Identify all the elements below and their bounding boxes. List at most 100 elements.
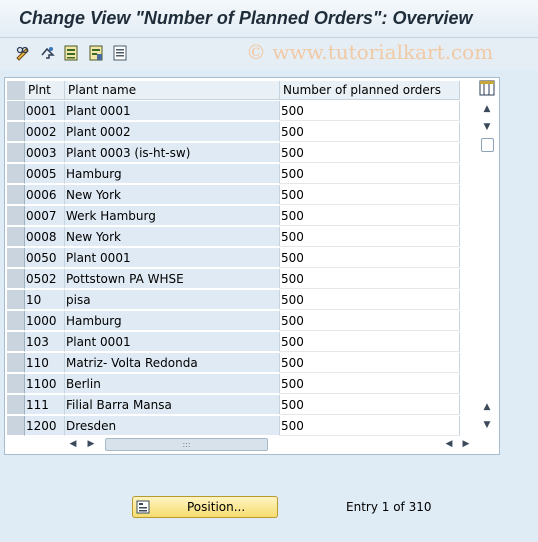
table-row[interactable]: 10 pisa 500 (5, 290, 479, 311)
horizontal-scrollbar[interactable]: ◀ ▶ ::: ◀ ▶ (65, 436, 477, 452)
cell-number-of-planned-orders[interactable]: 500 (280, 269, 460, 289)
page-title: Change View "Number of Planned Orders": … (19, 8, 473, 28)
cell-plant-name: New York (65, 185, 280, 205)
position-button[interactable]: Position... (132, 496, 278, 518)
cell-number-of-planned-orders[interactable]: 500 (280, 416, 460, 436)
row-selector[interactable] (7, 206, 25, 226)
cell-number-of-planned-orders[interactable]: 500 (280, 311, 460, 331)
cell-plant-name: Plant 0001 (65, 332, 280, 352)
table-row[interactable]: 0502 Pottstown PA WHSE 500 (5, 269, 479, 290)
select-all-icon[interactable] (61, 43, 81, 63)
edit-glasses-icon[interactable] (13, 43, 33, 63)
cell-plnt: 0002 (25, 122, 65, 142)
vertical-scrollbar[interactable]: ▲ ▼ ▲ ▼ (477, 98, 497, 434)
undo-icon[interactable] (37, 43, 57, 63)
scroll-right-icon[interactable]: ▶ (85, 437, 97, 451)
row-selector[interactable] (7, 143, 25, 163)
cell-plant-name: Plant 0002 (65, 122, 280, 142)
cell-number-of-planned-orders[interactable]: 500 (280, 206, 460, 226)
scroll-right-end-icon[interactable]: ▶ (460, 437, 472, 451)
cell-plnt: 0003 (25, 143, 65, 163)
cell-plnt: 0001 (25, 101, 65, 121)
row-selector[interactable] (7, 269, 25, 289)
scroll-left-icon[interactable]: ◀ (67, 437, 79, 451)
row-selector[interactable] (7, 311, 25, 331)
row-selector[interactable] (7, 185, 25, 205)
row-selector[interactable] (7, 395, 25, 415)
cell-number-of-planned-orders[interactable]: 500 (280, 290, 460, 310)
scroll-left-end-icon[interactable]: ◀ (443, 437, 455, 451)
page-down-icon[interactable]: ▼ (480, 120, 494, 134)
table-row[interactable]: 103 Plant 0001 500 (5, 332, 479, 353)
title-bar: Change View "Number of Planned Orders": … (0, 0, 538, 38)
horizontal-scroll-thumb[interactable]: ::: (105, 438, 268, 451)
cell-number-of-planned-orders[interactable]: 500 (280, 185, 460, 205)
cell-plnt: 0005 (25, 164, 65, 184)
cell-plnt: 0502 (25, 269, 65, 289)
cell-number-of-planned-orders[interactable]: 500 (280, 248, 460, 268)
row-selector[interactable] (7, 290, 25, 310)
cell-plnt: 1100 (25, 374, 65, 394)
cell-number-of-planned-orders[interactable]: 500 (280, 164, 460, 184)
watermark: © www.tutorialkart.com (246, 40, 494, 64)
column-header-number-of-planned-orders[interactable]: Number of planned orders (280, 81, 460, 100)
row-selector[interactable] (7, 353, 25, 373)
table-row[interactable]: 0005 Hamburg 500 (5, 164, 479, 185)
row-selector[interactable] (7, 101, 25, 121)
table-row[interactable]: 1100 Berlin 500 (5, 374, 479, 395)
row-selector[interactable] (7, 374, 25, 394)
cell-plnt: 110 (25, 353, 65, 373)
cell-plnt: 1000 (25, 311, 65, 331)
cell-plnt: 0007 (25, 206, 65, 226)
cell-number-of-planned-orders[interactable]: 500 (280, 227, 460, 247)
table-row[interactable]: 1200 Dresden 500 (5, 416, 479, 437)
page-up-icon[interactable]: ▲ (480, 400, 494, 414)
table-row[interactable]: 0008 New York 500 (5, 227, 479, 248)
cell-number-of-planned-orders[interactable]: 500 (280, 395, 460, 415)
row-selector[interactable] (7, 248, 25, 268)
cell-number-of-planned-orders[interactable]: 500 (280, 374, 460, 394)
cell-plant-name: Werk Hamburg (65, 206, 280, 226)
table-row[interactable]: 0050 Plant 0001 500 (5, 248, 479, 269)
cell-number-of-planned-orders[interactable]: 500 (280, 143, 460, 163)
cell-plnt: 1200 (25, 416, 65, 436)
row-selector[interactable] (7, 122, 25, 142)
plant-table: Plnt Plant name Number of planned orders… (4, 77, 500, 455)
cell-number-of-planned-orders[interactable]: 500 (280, 122, 460, 142)
cell-plant-name: Pottstown PA WHSE (65, 269, 280, 289)
cell-plant-name: Matriz- Volta Redonda (65, 353, 280, 373)
table-row[interactable]: 110 Matriz- Volta Redonda 500 (5, 353, 479, 374)
table-row[interactable]: 111 Filial Barra Mansa 500 (5, 395, 479, 416)
cell-number-of-planned-orders[interactable]: 500 (280, 332, 460, 352)
scroll-thumb[interactable] (481, 138, 494, 152)
cell-plant-name: Plant 0001 (65, 248, 280, 268)
scroll-down-icon[interactable]: ▼ (480, 418, 494, 432)
details-icon[interactable] (110, 43, 130, 63)
table-row[interactable]: 0001 Plant 0001 500 (5, 101, 479, 122)
cell-plant-name: pisa (65, 290, 280, 310)
cell-plnt: 0008 (25, 227, 65, 247)
cell-plnt: 111 (25, 395, 65, 415)
cell-plnt: 0050 (25, 248, 65, 268)
cell-number-of-planned-orders[interactable]: 500 (280, 353, 460, 373)
column-settings-icon[interactable] (479, 80, 495, 96)
row-selector[interactable] (7, 416, 25, 436)
table-row[interactable]: 0003 Plant 0003 (is-ht-sw) 500 (5, 143, 479, 164)
scroll-up-icon[interactable]: ▲ (480, 102, 494, 116)
cell-plant-name: New York (65, 227, 280, 247)
cell-plant-name: Dresden (65, 416, 280, 436)
row-selector[interactable] (7, 332, 25, 352)
cell-number-of-planned-orders[interactable]: 500 (280, 101, 460, 121)
table-row[interactable]: 0007 Werk Hamburg 500 (5, 206, 479, 227)
column-header-plant-name[interactable]: Plant name (65, 81, 280, 100)
table-row[interactable]: 0002 Plant 0002 500 (5, 122, 479, 143)
column-header-plnt[interactable]: Plnt (25, 81, 65, 100)
table-row[interactable]: 0006 New York 500 (5, 185, 479, 206)
deselect-icon[interactable] (86, 43, 106, 63)
row-selector[interactable] (7, 227, 25, 247)
select-all-column-header[interactable] (7, 81, 25, 100)
entry-counter: Entry 1 of 310 (346, 500, 432, 514)
table-row[interactable]: 1000 Hamburg 500 (5, 311, 479, 332)
row-selector[interactable] (7, 164, 25, 184)
position-button-label: Position... (187, 500, 246, 514)
